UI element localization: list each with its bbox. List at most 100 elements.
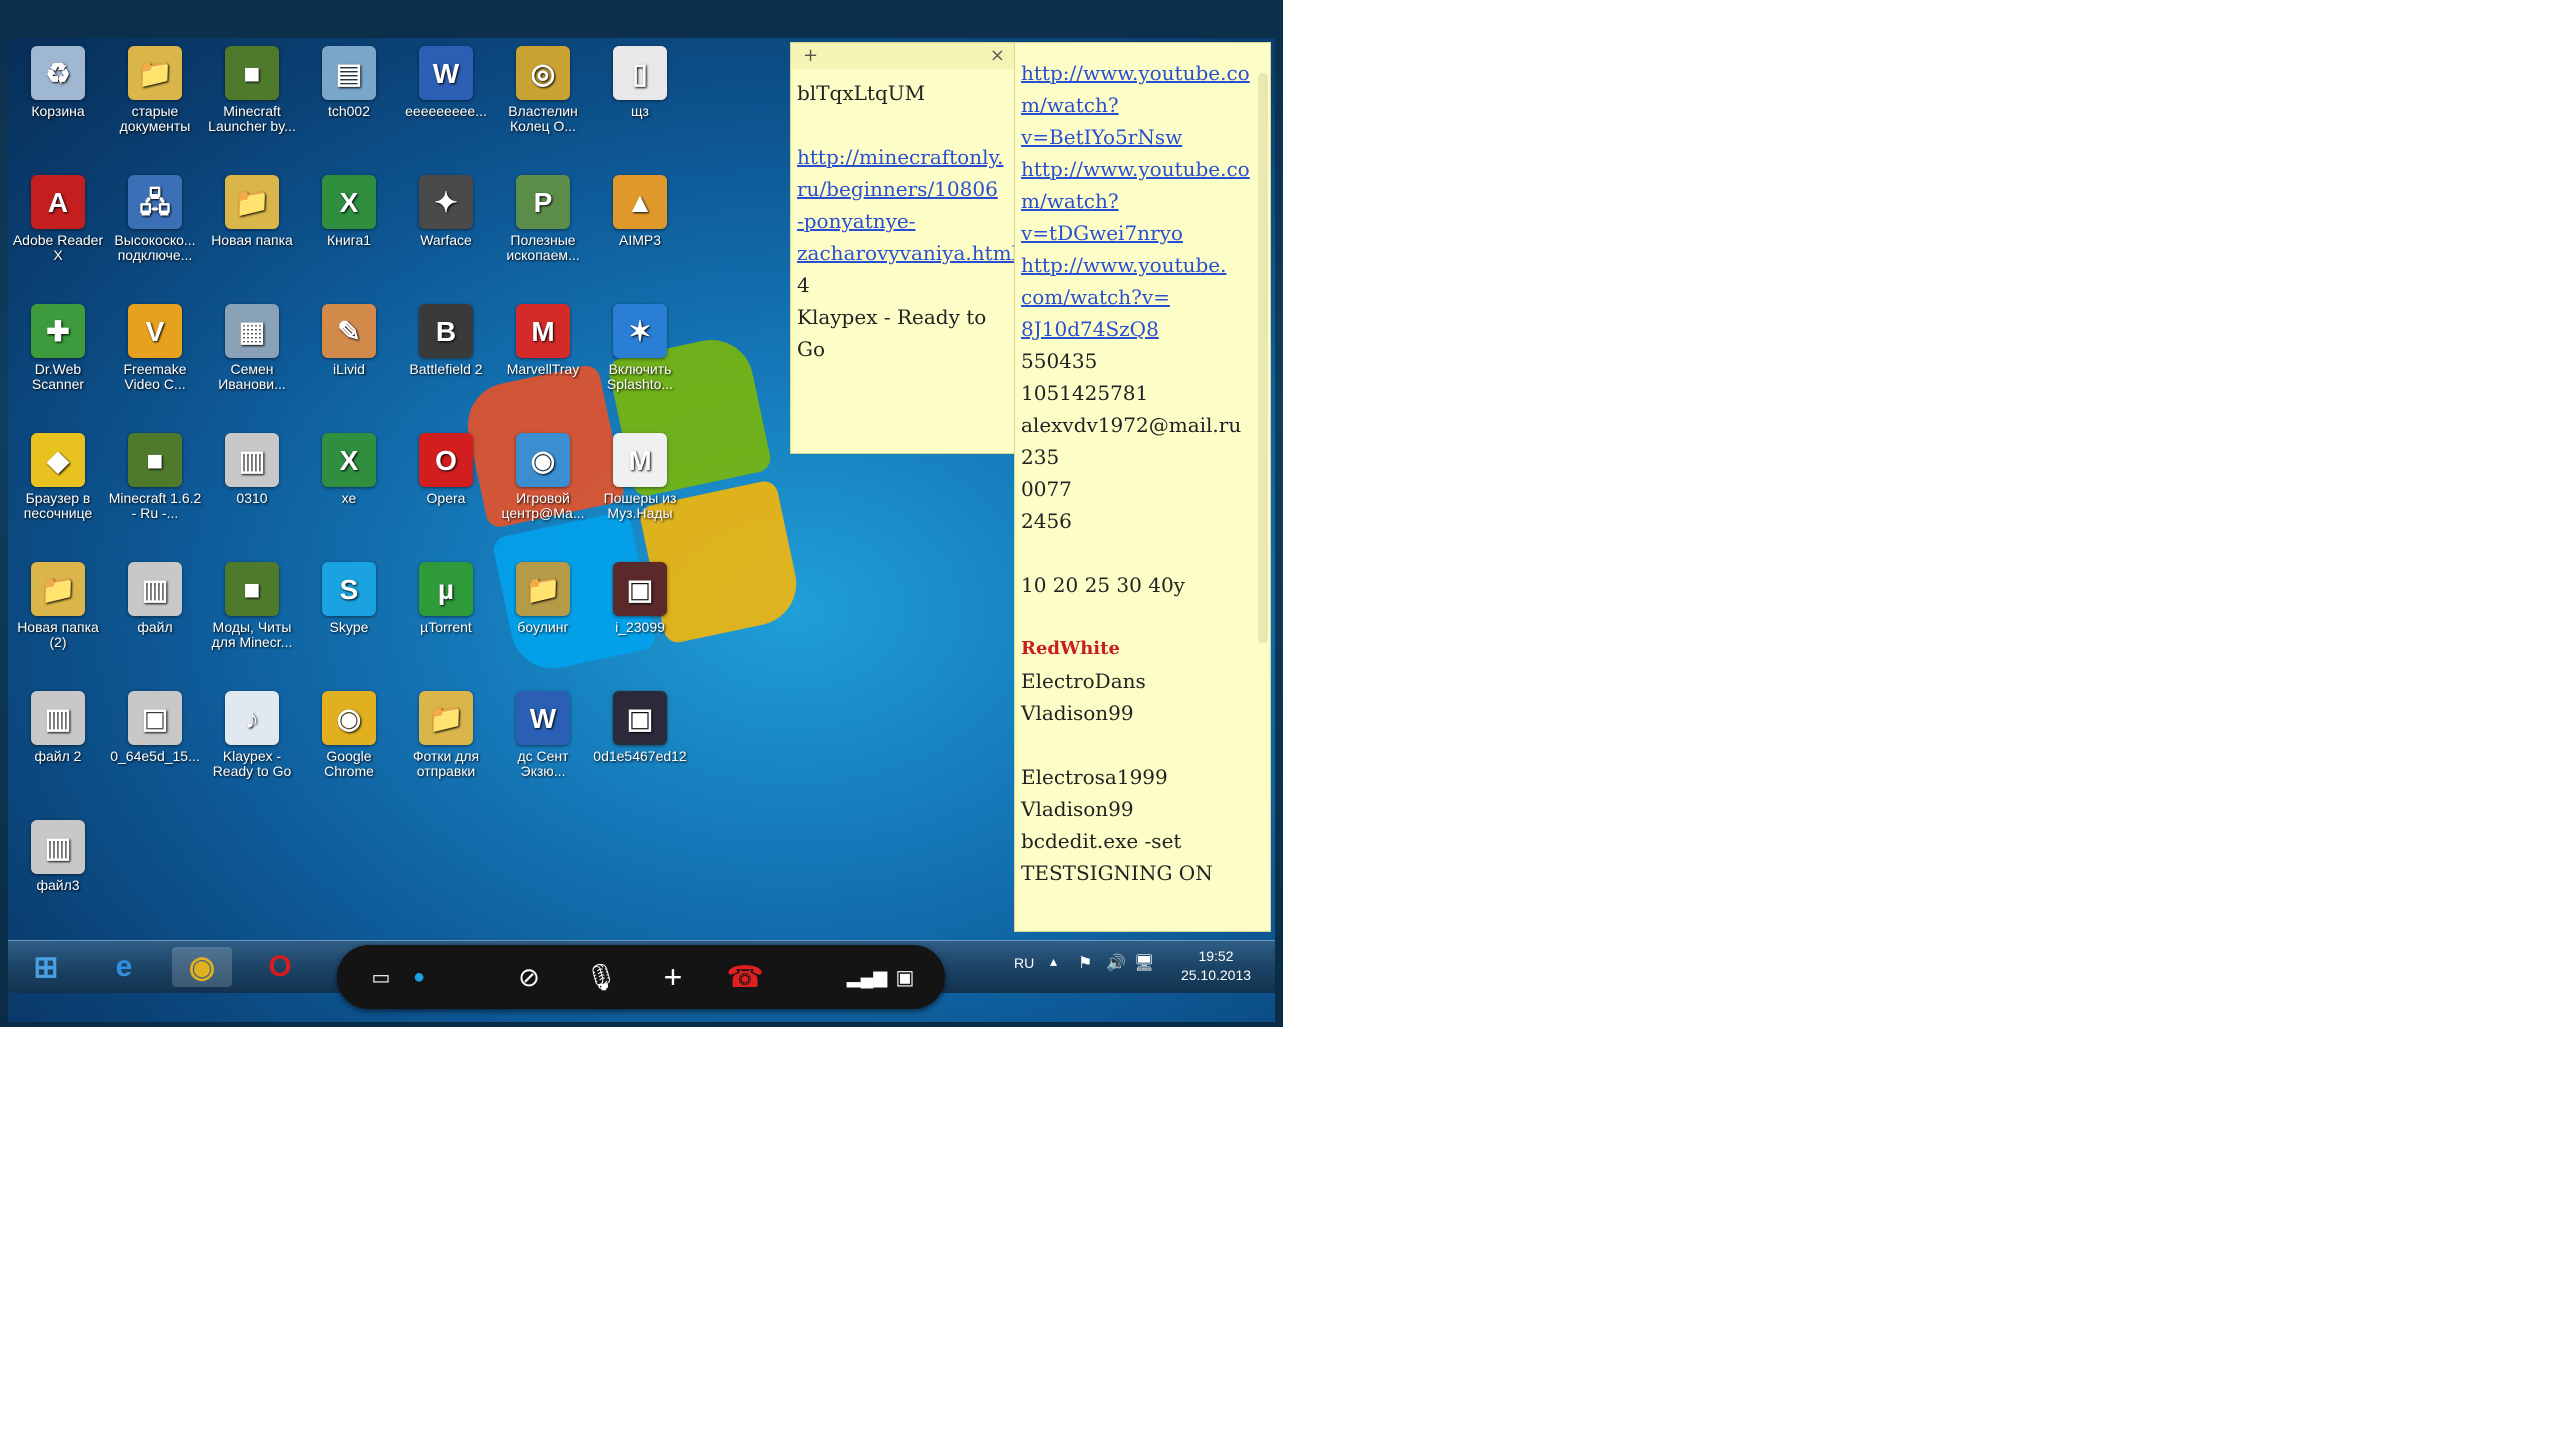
desktop-icon[interactable]: ◉ Google Chrome (301, 691, 397, 779)
internet-explorer-icon[interactable]: e (94, 947, 154, 987)
desktop-icon[interactable]: ▥ файл (107, 562, 203, 635)
note-link[interactable]: zacharovyvaniya.html (797, 237, 1018, 269)
desktop-icon[interactable]: 🖧 Высокоско... подключе... (107, 175, 203, 263)
desktop-icon[interactable]: ✦ Warface (398, 175, 494, 248)
desktop-icon[interactable]: ■ Minecraft 1.6.2 - Ru -... (107, 433, 203, 521)
hang-up-button[interactable]: ☎ (723, 955, 767, 999)
desktop-icon[interactable]: ▤ tch002 (301, 46, 397, 119)
note-link[interactable]: m/watch? (1021, 185, 1264, 217)
note-link[interactable]: 8J10d74SzQ8 (1021, 313, 1264, 345)
sticky-note-left-body[interactable]: blTqxLtqUM http://minecraftonly. ru/begin… (791, 69, 1018, 373)
desktop-icon[interactable]: 📁 Новая папка (2) (10, 562, 106, 650)
desktop-icon[interactable]: ♻ Корзина (10, 46, 106, 119)
desktop-icon-label: файл (137, 619, 173, 635)
game-center-icon: ◉ (516, 433, 570, 487)
desktop-icon[interactable]: ♪ Klaypex - Ready to Go (204, 691, 300, 779)
screen-frame: skype ♻Корзина📁старые документы■Minecraf… (0, 0, 1283, 1027)
language-indicator[interactable]: RU (1014, 955, 1034, 971)
note-link[interactable]: http://www.youtube. (1021, 249, 1264, 281)
sticky-note-right[interactable]: http://www.youtube.co m/watch? v=BetIYo5rN… (1014, 42, 1271, 932)
desktop-icon[interactable]: P Полезные ископаем... (495, 175, 591, 263)
desktop-icon[interactable]: ▣ i_23099 (592, 562, 688, 635)
sticky-note-right-body[interactable]: http://www.youtube.co m/watch? v=BetIYo5rN… (1015, 43, 1270, 903)
desktop-icon[interactable]: M Пошеры из Муз.Нады (592, 433, 688, 521)
desktop-icon[interactable]: 📁 старые документы (107, 46, 203, 134)
desktop-icon[interactable]: A Adobe Reader X (10, 175, 106, 263)
desktop-icon-label: старые документы (119, 103, 191, 134)
desktop-icon[interactable]: Xхе (301, 433, 397, 506)
desktop-icon[interactable]: ◆ Браузер в песочнице (10, 433, 106, 521)
desktop-icon[interactable]: ■ Minecraft Launcher by... (204, 46, 300, 134)
desktop-icon-label: Новая папка (2) (17, 619, 99, 650)
action-center-flag-icon[interactable]: ⚑ (1078, 953, 1092, 973)
clock[interactable]: 19:52 25.10.2013 (1168, 947, 1264, 985)
add-note-button[interactable]: + (803, 45, 818, 66)
desktop-icon[interactable]: ✚ Dr.Web Scanner (10, 304, 106, 392)
image-icon: ▤ (322, 46, 376, 100)
desktop-icon[interactable]: ✎ iLivid (301, 304, 397, 377)
note-link[interactable]: http://www.youtube.co (1021, 57, 1264, 89)
note-line: Go (797, 337, 826, 361)
desktop-icon[interactable]: 📁 Фотки для отправки (398, 691, 494, 779)
network-icon[interactable]: 🖥 (1134, 953, 1154, 973)
desktop-icon[interactable]: ▥ 0310 (204, 433, 300, 506)
desktop-icon[interactable]: Wдс Сент Экзю... (495, 691, 591, 779)
desktop-icon[interactable]: ▯ щз (592, 46, 688, 119)
desktop-icon[interactable]: ▲ AIMP3 (592, 175, 688, 248)
volume-icon[interactable]: 🔊 (1106, 953, 1126, 973)
tray-expand-icon[interactable]: ▴ (1050, 953, 1057, 970)
desktop-icon[interactable]: Weeeeeeeee... (398, 46, 494, 119)
desktop-icon-label: Новая папка (211, 232, 293, 248)
opera-icon[interactable]: O (250, 947, 310, 987)
add-button[interactable]: + (651, 955, 695, 999)
desktop-icon-label: AIMP3 (618, 232, 661, 248)
powerpoint-doc-icon: P (516, 175, 570, 229)
desktop-icon[interactable]: ▣ 0_64e5d_15... (107, 691, 203, 764)
desktop-icon[interactable]: V Freemake Video C... (107, 304, 203, 392)
desktop-icon[interactable]: ▣ 0d1e5467ed12 (592, 691, 688, 764)
note-link[interactable]: -ponyatnye- (797, 205, 1009, 237)
clock-date: 25.10.2013 (1180, 967, 1252, 983)
desktop-icon[interactable]: ▥ файл3 (10, 820, 106, 893)
desktop-icon[interactable]: ▥ файл 2 (10, 691, 106, 764)
desktop-icon[interactable]: ◎ Властелин Колец О... (495, 46, 591, 134)
note-scrollbar[interactable] (1258, 73, 1268, 643)
note-link[interactable]: http://www.youtube.co (1021, 153, 1264, 185)
clock-time: 19:52 (1198, 948, 1234, 964)
desktop-icon-label: щз (631, 103, 649, 119)
start-orb-icon[interactable]: ⊞ (16, 947, 76, 987)
desktop-icon[interactable]: µ µTorrent (398, 562, 494, 635)
desktop-icon[interactable]: X Книга1 (301, 175, 397, 248)
close-note-button[interactable]: × (990, 45, 1005, 66)
desktop-icon[interactable]: ▦ Семен Иванови... (204, 304, 300, 392)
drweb-icon: ✚ (31, 304, 85, 358)
note-link[interactable]: com/watch?v= (1021, 281, 1264, 313)
chrome-icon[interactable]: ◉ (172, 947, 232, 987)
note-link[interactable]: http://minecraftonly. (797, 141, 1009, 173)
fullscreen-button[interactable]: ▣ (883, 955, 927, 999)
desktop-icon[interactable]: M MarvellTray (495, 304, 591, 377)
desktop-icon-label: Высокоско... подключе... (114, 232, 196, 263)
note-line: RedWhite (1021, 638, 1120, 659)
note-line: blTqxLtqUM (797, 81, 926, 105)
video-off-button[interactable]: ⊘ (507, 955, 551, 999)
desktop-icon-label: Корзина (31, 103, 85, 119)
note-link[interactable]: ru/beginners/10806 (797, 173, 1009, 205)
desktop-icon[interactable]: O Opera (398, 433, 494, 506)
desktop-icon[interactable]: 📁 Новая папка (204, 175, 300, 248)
microphone-button[interactable]: 🎙 (579, 955, 623, 999)
note-link[interactable]: v=tDGwei7nryo (1021, 217, 1264, 249)
folder-icon: 📁 (419, 691, 473, 745)
skype-status-icon[interactable]: ● (397, 955, 441, 999)
desktop-icon[interactable]: ◉ Игровой центр@Ма... (495, 433, 591, 521)
desktop-icon[interactable]: ✶ Включить Splashto... (592, 304, 688, 392)
note-link[interactable]: m/watch? (1021, 89, 1264, 121)
desktop-icon[interactable]: 📁 боулинг (495, 562, 591, 635)
note-link[interactable]: v=BetIYo5rNsw (1021, 121, 1264, 153)
desktop-icon[interactable]: B Battlefield 2 (398, 304, 494, 377)
desktop-icon-label: Minecraft Launcher by... (208, 103, 296, 134)
excel-doc-icon: X (322, 433, 376, 487)
desktop-icon[interactable]: S Skype (301, 562, 397, 635)
sticky-note-left[interactable]: + × blTqxLtqUM http://minecraftonly. ru/b… (790, 42, 1018, 454)
desktop-icon[interactable]: ■ Моды, Читы для Minecr... (204, 562, 300, 650)
